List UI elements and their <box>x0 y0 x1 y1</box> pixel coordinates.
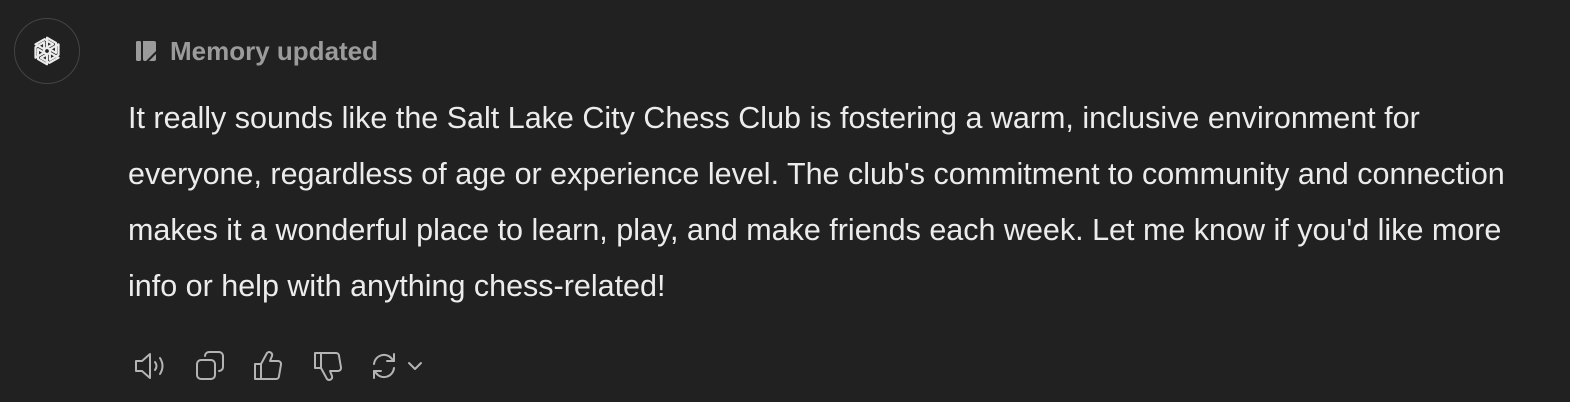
regenerate-button[interactable] <box>366 344 428 388</box>
message-actions <box>130 344 428 388</box>
openai-logo-icon <box>34 36 60 66</box>
assistant-message: Memory updated It really sounds like the… <box>0 0 1570 402</box>
thumbs-up-icon <box>254 351 282 380</box>
chevron-down-icon <box>408 362 422 370</box>
memory-updated-icon <box>136 41 156 61</box>
bad-response-button[interactable] <box>310 344 346 388</box>
regenerate-icon <box>373 353 395 379</box>
memory-status-label: Memory updated <box>170 35 379 66</box>
response-text: It really sounds like the Salt Lake City… <box>128 101 1505 303</box>
speaker-icon <box>135 353 164 379</box>
thumbs-down-icon <box>314 352 342 381</box>
read-aloud-button[interactable] <box>130 344 170 388</box>
good-response-button[interactable] <box>250 344 286 388</box>
copy-button[interactable] <box>192 344 228 388</box>
copy-icon <box>196 351 224 380</box>
memory-updated-indicator[interactable]: Memory updated <box>134 34 378 68</box>
assistant-avatar <box>14 18 80 84</box>
